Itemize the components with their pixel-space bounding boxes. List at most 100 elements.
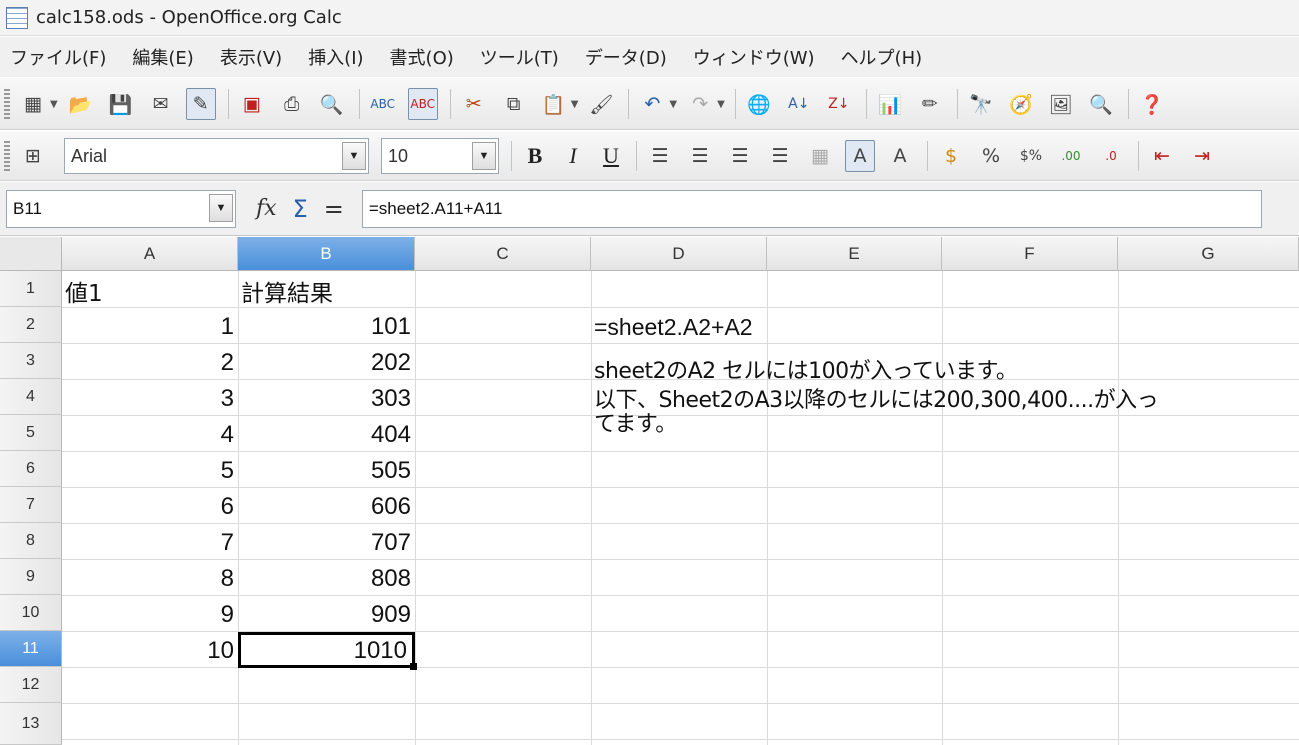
merge-cells-icon[interactable]: ▦ [805, 140, 835, 172]
cell-a5[interactable]: 4 [62, 417, 238, 453]
delete-decimal-icon[interactable]: .0 [1096, 140, 1126, 172]
paste-icon[interactable]: 📋 [539, 88, 569, 120]
cell-b3[interactable]: 202 [238, 345, 415, 381]
navigator-icon[interactable]: 🧭 [1006, 88, 1036, 120]
draw-functions-icon[interactable]: ✏ [915, 88, 945, 120]
toolbar-grip[interactable] [4, 141, 10, 171]
print-preview-icon[interactable]: 🔍 [317, 88, 347, 120]
sort-descending-icon[interactable]: Z↓ [824, 88, 854, 120]
cell-a6[interactable]: 5 [62, 453, 238, 489]
auto-spellcheck-icon[interactable]: ABC [407, 88, 438, 120]
cell-b7[interactable]: 606 [238, 489, 415, 525]
new-dropdown-icon[interactable]: ▼ [50, 99, 58, 110]
cell-a9[interactable]: 8 [62, 561, 238, 597]
gallery-icon[interactable]: 🖼 [1046, 88, 1076, 120]
row-header[interactable]: 7 [0, 487, 62, 523]
hyperlink-icon[interactable]: 🌐 [744, 88, 774, 120]
cell-b5[interactable]: 404 [238, 417, 415, 453]
find-replace-icon[interactable]: 🔭 [966, 88, 996, 120]
row-header[interactable]: 1 [0, 271, 62, 307]
align-left-icon[interactable]: ☰ [645, 140, 675, 172]
cell-a4[interactable]: 3 [62, 381, 238, 417]
edit-file-icon[interactable]: ✎ [185, 88, 216, 120]
italic-button[interactable]: I [558, 143, 588, 169]
align-right-icon[interactable]: ☰ [725, 140, 755, 172]
font-name-combobox[interactable]: Arial ▼ [64, 138, 369, 174]
sum-icon[interactable]: Σ [293, 195, 308, 223]
menu-format[interactable]: 書式(O) [390, 44, 454, 70]
redo-icon[interactable]: ↷ [685, 88, 715, 120]
row-header[interactable]: 6 [0, 451, 62, 487]
row-header[interactable]: 8 [0, 523, 62, 559]
add-decimal-icon[interactable]: .00 [1056, 140, 1086, 172]
formula-input[interactable]: =sheet2.A11+A11 [361, 189, 1262, 228]
cell-a11[interactable]: 10 [62, 633, 238, 669]
print-icon[interactable]: ⎙ [277, 88, 307, 120]
fill-handle[interactable] [410, 663, 417, 670]
row-header[interactable]: 9 [0, 559, 62, 595]
bold-button[interactable]: B [520, 143, 550, 169]
open-folder-icon[interactable]: 📂 [66, 88, 96, 120]
column-header-g[interactable]: G [1118, 237, 1299, 271]
column-header-f[interactable]: F [942, 237, 1118, 271]
function-icon[interactable]: = [324, 195, 344, 223]
column-header-c[interactable]: C [415, 237, 591, 271]
menu-view[interactable]: 表示(V) [220, 44, 282, 70]
menu-window[interactable]: ウィンドウ(W) [693, 44, 815, 70]
cell-b8[interactable]: 707 [238, 525, 415, 561]
undo-dropdown-icon[interactable]: ▼ [669, 99, 677, 110]
cell-a2[interactable]: 1 [62, 309, 238, 345]
email-icon[interactable]: ✉ [146, 88, 176, 120]
cell-a8[interactable]: 7 [62, 525, 238, 561]
sort-ascending-icon[interactable]: A↓ [784, 88, 814, 120]
row-header[interactable]: 12 [0, 667, 62, 703]
row-header[interactable]: 4 [0, 379, 62, 415]
redo-dropdown-icon[interactable]: ▼ [717, 99, 725, 110]
align-center-icon[interactable]: ☰ [685, 140, 715, 172]
save-icon[interactable]: 💾 [106, 88, 136, 120]
cell-b2[interactable]: 101 [238, 309, 415, 345]
column-header-b[interactable]: B [238, 237, 415, 271]
text-direction-horizontal-icon[interactable]: A [845, 140, 875, 172]
help-icon[interactable]: ❓ [1137, 88, 1167, 120]
new-document-icon[interactable]: ▦ [18, 88, 48, 120]
copy-icon[interactable]: ⧉ [499, 88, 529, 120]
paste-dropdown-icon[interactable]: ▼ [571, 99, 579, 110]
increase-indent-icon[interactable]: ⇥ [1187, 140, 1217, 172]
standard-number-format-icon[interactable]: $% [1016, 140, 1046, 172]
row-header[interactable]: 5 [0, 415, 62, 451]
menu-edit[interactable]: 編集(E) [132, 44, 193, 70]
row-header[interactable]: 3 [0, 343, 62, 379]
function-wizard-icon[interactable]: fx [256, 196, 277, 221]
decrease-indent-icon[interactable]: ⇤ [1147, 140, 1177, 172]
menu-file[interactable]: ファイル(F) [10, 44, 106, 70]
cell-b1[interactable]: 計算結果 [238, 273, 415, 309]
cell-b10[interactable]: 909 [238, 597, 415, 633]
cell-d2[interactable]: =sheet2.A2+A2 [591, 309, 891, 345]
justify-icon[interactable]: ☰ [765, 140, 795, 172]
zoom-icon[interactable]: 🔍 [1086, 88, 1116, 120]
column-header-e[interactable]: E [767, 237, 942, 271]
cell-b9[interactable]: 808 [238, 561, 415, 597]
menu-data[interactable]: データ(D) [585, 44, 667, 70]
row-header-selected[interactable]: 11 [0, 631, 62, 667]
column-header-a[interactable]: A [62, 237, 238, 271]
row-header[interactable]: 10 [0, 595, 62, 631]
cell-b6[interactable]: 505 [238, 453, 415, 489]
chevron-down-icon[interactable]: ▼ [209, 193, 233, 222]
export-pdf-icon[interactable]: ▣ [237, 88, 267, 120]
cell-a7[interactable]: 6 [62, 489, 238, 525]
currency-format-icon[interactable]: $ [936, 140, 966, 172]
cell-a1[interactable]: 値1 [62, 273, 238, 309]
menu-tools[interactable]: ツール(T) [480, 44, 559, 70]
chart-icon[interactable]: 📊 [875, 88, 905, 120]
chevron-down-icon[interactable]: ▼ [342, 142, 366, 170]
clone-formatting-icon[interactable]: 🖌 [586, 88, 616, 120]
cell-a10[interactable]: 9 [62, 597, 238, 633]
spellcheck-icon[interactable]: ABC [368, 88, 398, 120]
font-size-combobox[interactable]: 10 ▼ [381, 138, 499, 174]
select-all-corner[interactable] [0, 237, 62, 271]
underline-button[interactable]: U [596, 143, 626, 169]
row-header[interactable]: 13 [0, 703, 62, 745]
row-header[interactable]: 2 [0, 307, 62, 343]
